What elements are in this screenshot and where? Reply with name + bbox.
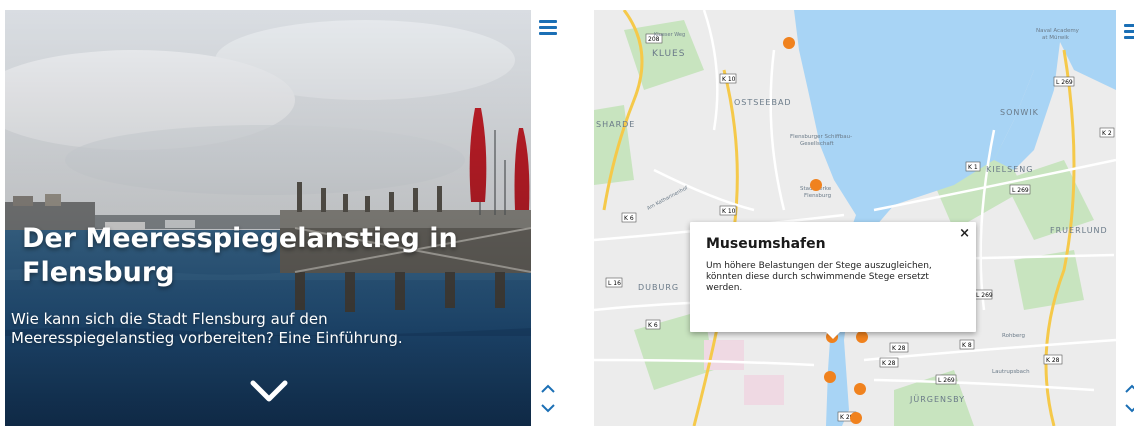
map-road-l269: L 269 [1056, 79, 1073, 86]
map-road-k1: K 1 [968, 164, 978, 171]
popup-title: Museumshafen [706, 236, 826, 252]
map-road-k28: K 28 [892, 345, 906, 352]
map-label-sonwik: SONWIK [1000, 108, 1039, 117]
map-label-kielseng: KIELSENG [986, 165, 1033, 174]
map-label-naval-academy-1: Naval Academy [1036, 28, 1080, 34]
nav-up-chevron-icon[interactable] [540, 382, 556, 394]
map-road-k6-2: K 6 [648, 322, 658, 329]
nav-down-chevron-icon-right[interactable] [1124, 402, 1134, 414]
hero-title: Der Meeresspiegelanstieg in Flensburg [22, 223, 458, 288]
left-side-controls [531, 10, 559, 426]
map-label-klues: KLUES [652, 49, 685, 59]
map-canvas[interactable]: 208 K 10 K 10 K 6 L 16 K 6 L 269 L 269 K… [594, 10, 1116, 426]
map-label-ostseebad: OSTSEEBAD [734, 98, 792, 107]
popup-tail [826, 332, 840, 339]
map-label-sharde: SHARDE [596, 120, 635, 129]
map-label-duburg: DUBURG [638, 283, 679, 292]
hamburger-menu-icon-right[interactable] [1124, 24, 1134, 40]
map-label-naval-academy-2: at Mürwik [1042, 35, 1070, 41]
screenshot-stage: Der Meeresspiegelanstieg in Flensburg Wi… [0, 0, 1134, 426]
map-road-k8: K 8 [962, 342, 972, 349]
map-road-k2: K 2 [1102, 130, 1112, 137]
map-label-flensburg: Flensburg [804, 193, 831, 199]
map-road-k28-2: K 28 [882, 360, 896, 367]
map-marker[interactable] [783, 37, 795, 49]
right-side-controls [1116, 10, 1134, 426]
map-road-k10-2: K 10 [722, 208, 736, 215]
map-road-k10: K 10 [722, 76, 736, 83]
map-marker[interactable] [824, 371, 836, 383]
map-label-rohberg: Rohberg [1002, 333, 1025, 339]
map-marker[interactable] [856, 331, 868, 343]
scroll-down-chevron-icon[interactable] [249, 377, 289, 405]
map-road-l269-2: L 269 [1012, 187, 1029, 194]
map-popup: × Museumshafen Um höhere Belastungen der… [690, 222, 976, 339]
map-marker[interactable] [810, 179, 822, 191]
hero-subtitle: Wie kann sich die Stadt Flensburg auf de… [11, 310, 403, 347]
map-panel[interactable]: 208 K 10 K 10 K 6 L 16 K 6 L 269 L 269 K… [594, 10, 1116, 426]
popup-body: Um höhere Belastungen der Stege auszugle… [706, 261, 932, 293]
map-road-l16: L 16 [608, 280, 621, 287]
nav-down-chevron-icon[interactable] [540, 402, 556, 414]
map-label-fruerlund: FRUERLUND [1050, 226, 1108, 235]
map-marker[interactable] [850, 412, 862, 424]
nav-up-chevron-icon-right[interactable] [1124, 382, 1134, 394]
map-marker[interactable] [854, 383, 866, 395]
map-label-juergensby: JÜRGENSBY [909, 394, 965, 404]
map-road-l269-4: L 269 [938, 377, 955, 384]
hero-photo [5, 10, 531, 426]
map-road-k6: K 6 [624, 215, 634, 222]
map-road-l269-3: L 269 [976, 292, 993, 299]
hero-panel: Der Meeresspiegelanstieg in Flensburg Wi… [5, 10, 531, 426]
map-label-schiffbau-1: Flensburger Schiffbau- [790, 134, 852, 140]
map-road-k28-3: K 28 [1046, 357, 1060, 364]
map-label-lautrupsbach: Lautrupsbach [992, 369, 1030, 375]
map-label-schiffbau-2: Gesellschaft [800, 141, 835, 147]
map-label-klueser-weg: Klueser Weg [654, 32, 685, 38]
popup-close-icon[interactable]: × [959, 226, 970, 241]
hamburger-menu-icon[interactable] [539, 20, 557, 36]
